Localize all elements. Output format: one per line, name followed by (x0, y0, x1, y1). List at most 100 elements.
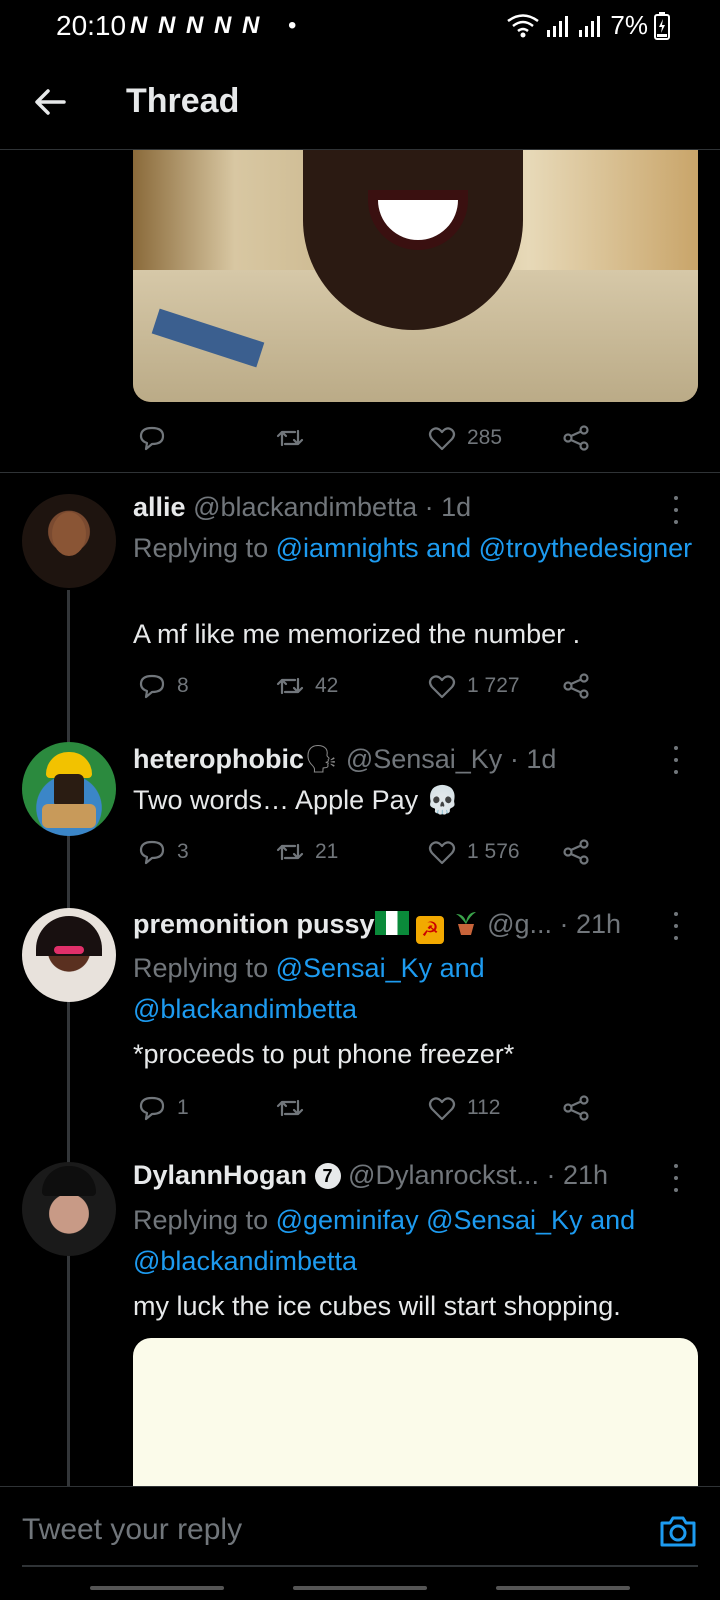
retweet-icon (276, 429, 304, 447)
tweet-time: · 21h (546, 1160, 609, 1190)
tweet-media-image[interactable] (133, 1338, 698, 1488)
share-icon (563, 425, 589, 451)
hammer-sickle-emoji: ☭ (416, 916, 445, 944)
share-button[interactable] (561, 1088, 591, 1128)
user-name[interactable]: premonition pussy (133, 909, 375, 939)
replying-to-prefix: Replying to (133, 1205, 269, 1235)
user-handle[interactable]: @blackandimbetta (193, 492, 417, 522)
more-options-icon[interactable] (672, 746, 680, 774)
tweet-text: Two words… Apple Pay 💀 (133, 785, 460, 815)
user-name[interactable]: DylannHogan (133, 1160, 307, 1190)
like-count: 285 (467, 426, 503, 449)
avatar[interactable] (22, 742, 116, 836)
tweet-time: · 21h (559, 909, 622, 939)
notification-icons: N N N N N (130, 12, 262, 39)
retweet-icon (276, 1099, 304, 1117)
page-title: Thread (126, 82, 240, 120)
signal-icon-2 (579, 15, 601, 37)
user-handle[interactable]: @g... (487, 909, 552, 939)
reply-input[interactable] (22, 1513, 582, 1547)
like-button[interactable]: 285 (427, 418, 502, 458)
replying-to: Replying to @iamnights and @troythedesig… (133, 528, 693, 569)
nav-recent-button[interactable] (90, 1586, 224, 1590)
avatar[interactable] (22, 1162, 116, 1256)
more-options-icon[interactable] (672, 496, 680, 524)
tweet-header: premonition pussy ☭ @g... · 21h (133, 908, 673, 944)
tweet-time: · 1d (424, 492, 472, 522)
like-button[interactable]: 112 (427, 1088, 500, 1128)
more-options-icon[interactable] (672, 1164, 680, 1192)
composer-underline (22, 1565, 698, 1567)
tweet-text: my luck the ice cubes will start shoppin… (133, 1291, 621, 1321)
retweet-icon (276, 843, 304, 861)
more-options-icon[interactable] (672, 912, 680, 940)
reply-icon (139, 840, 165, 865)
share-icon (563, 1095, 589, 1121)
wifi-icon (507, 13, 540, 37)
like-button[interactable]: 1 727 (427, 666, 520, 706)
retweet-button[interactable]: 42 (275, 666, 338, 706)
status-bar: 20:10 N N N N N • 7% (0, 0, 720, 52)
reply-button[interactable] (137, 418, 167, 458)
avatar[interactable] (22, 908, 116, 1002)
camera-icon[interactable] (658, 1511, 698, 1551)
tweet-header: allie @blackandimbetta · 1d (133, 492, 673, 523)
reply-count: 1 (177, 1096, 189, 1119)
tweet-text: A mf like me memorized the number . (133, 619, 581, 649)
nigeria-flag-emoji (374, 911, 409, 935)
retweet-button[interactable] (275, 418, 305, 458)
notification-dot: • (288, 12, 297, 39)
replying-to: Replying to @Sensai_Ky and @blackandimbe… (133, 948, 693, 1030)
like-count: 112 (467, 1096, 501, 1119)
tweet-actions: 1 112 (133, 1088, 613, 1128)
reply-icon (139, 674, 165, 699)
retweet-button[interactable] (275, 1088, 315, 1128)
app-header: Thread (0, 52, 720, 150)
tweet-time: · 1d (509, 744, 557, 774)
user-name[interactable]: heterophobic (133, 744, 304, 774)
status-right: 7% (506, 10, 670, 41)
back-arrow-icon[interactable] (28, 80, 72, 124)
user-handle[interactable]: @Dylanrockst... (348, 1160, 539, 1190)
share-icon (563, 673, 589, 699)
reply-button[interactable]: 3 (137, 832, 189, 872)
share-button[interactable] (561, 666, 591, 706)
potted-plant-emoji (455, 912, 476, 935)
tweet-media-video-thumbnail[interactable] (133, 150, 698, 402)
reply-count: 3 (177, 840, 189, 863)
system-navigation-bar (0, 1582, 720, 1600)
avatar[interactable] (22, 494, 116, 588)
tweet-text: *proceeds to put phone freezer* (133, 1039, 515, 1069)
retweet-icon (276, 677, 304, 695)
battery-percent: 7% (610, 10, 648, 40)
replying-to-mentions[interactable]: @iamnights and @troythedesigner (276, 533, 693, 563)
user-name[interactable]: allie (133, 492, 186, 522)
retweet-count: 42 (315, 674, 339, 697)
thread-connector-line (67, 590, 70, 1486)
like-button[interactable]: 1 576 (427, 832, 520, 872)
nav-home-button[interactable] (293, 1586, 427, 1590)
tweet-actions: 285 (133, 418, 613, 458)
tweet-actions: 3 21 1 576 (133, 832, 613, 872)
nav-back-button[interactable] (496, 1586, 630, 1590)
user-handle[interactable]: @Sensai_Ky (346, 744, 503, 774)
replying-to-prefix: Replying to (133, 953, 269, 983)
reply-count: 8 (177, 674, 189, 697)
status-time: 20:10 (56, 10, 127, 41)
share-button[interactable] (561, 418, 591, 458)
replying-to-prefix: Replying to (133, 533, 269, 563)
heart-icon (428, 675, 456, 699)
number-seven-badge: 7 (314, 1163, 341, 1189)
reply-button[interactable]: 1 (137, 1088, 189, 1128)
reply-icon (139, 1096, 165, 1121)
share-button[interactable] (561, 832, 591, 872)
tweet-header: DylannHogan 7 @Dylanrockst... · 21h (133, 1160, 673, 1191)
heart-icon (428, 1097, 456, 1121)
reply-button[interactable]: 8 (137, 666, 189, 706)
heart-icon (428, 841, 456, 865)
share-icon (563, 839, 589, 865)
tweet-actions: 8 42 1 727 (133, 666, 613, 706)
speaking-head-emoji: 🗣 (304, 744, 339, 774)
retweet-button[interactable]: 21 (275, 832, 338, 872)
battery-icon (654, 11, 670, 40)
